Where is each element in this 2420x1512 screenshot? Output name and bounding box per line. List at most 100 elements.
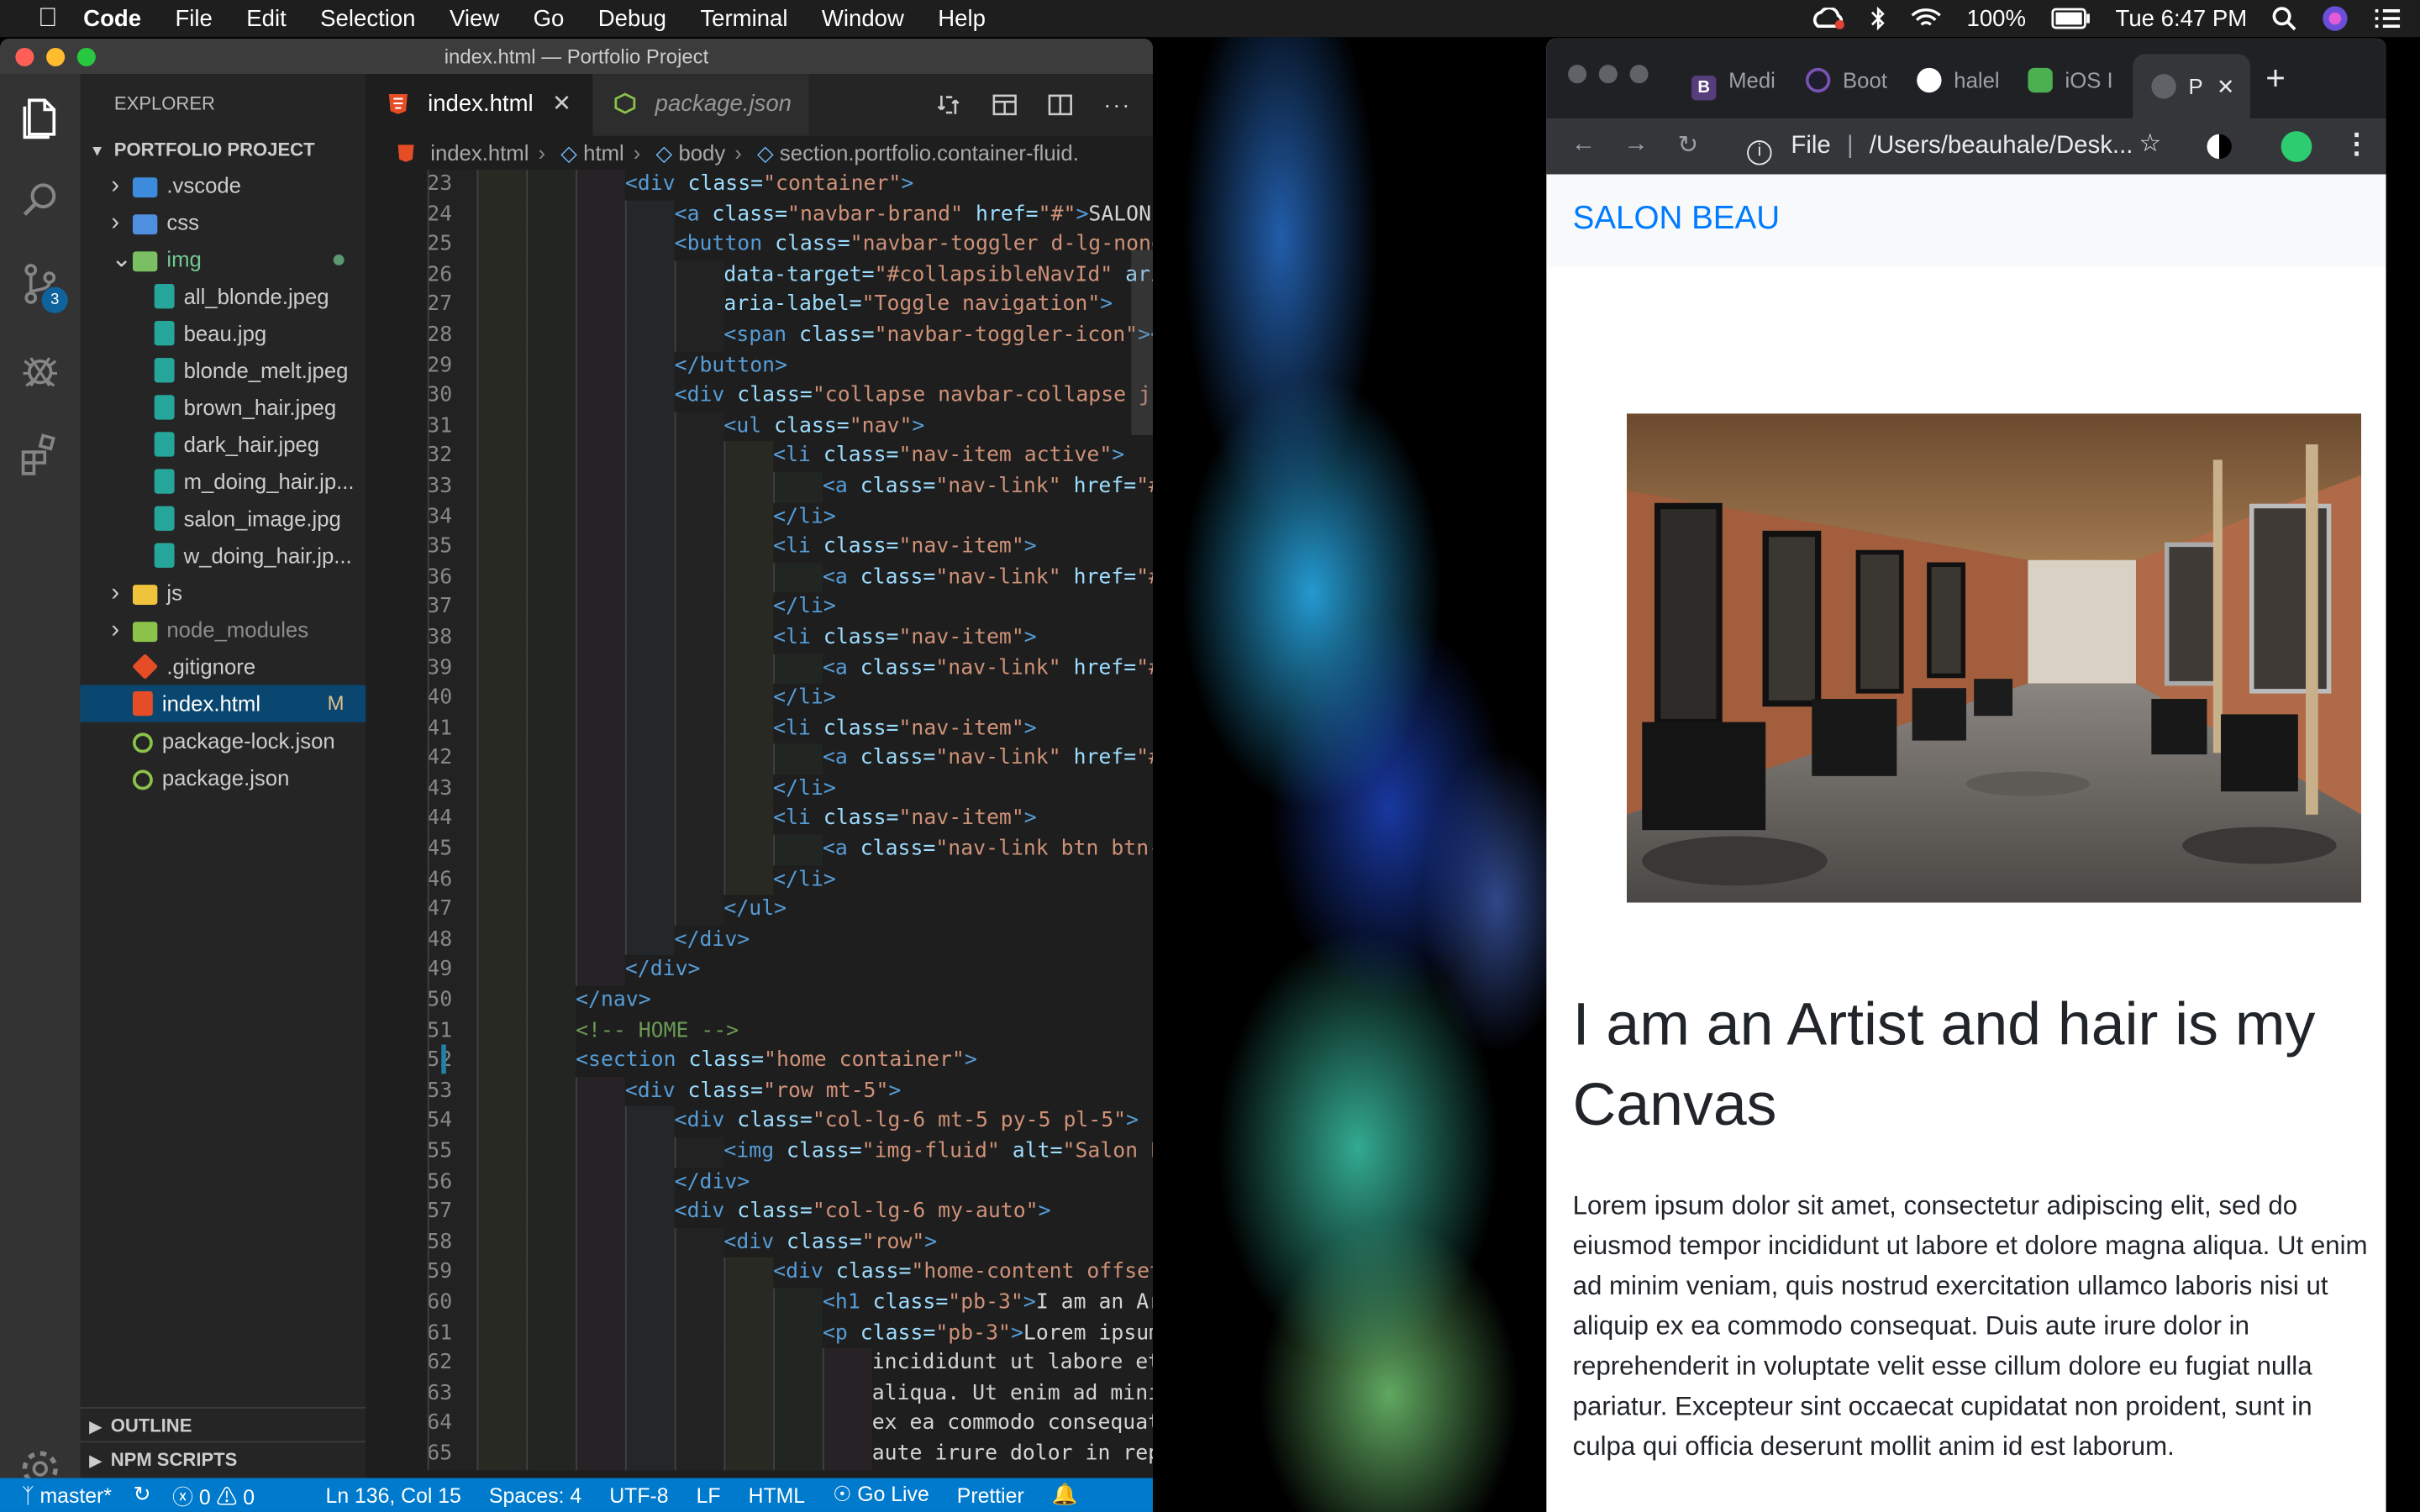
tree-item-vscode[interactable]: › .vscode (81, 166, 366, 203)
extensions-icon[interactable] (15, 429, 65, 479)
tree-item-gitignore[interactable]: .gitignore (81, 648, 366, 685)
hero-heading: I am an Artist and hair is my Canvas (1572, 991, 2316, 1139)
bluetooth-icon[interactable] (1871, 6, 1886, 31)
branch-status[interactable]: ᛉ master* (22, 1483, 112, 1507)
breadcrumb-html[interactable]: html (583, 140, 624, 165)
tree-item-img[interactable]: ⌄ img (81, 241, 366, 278)
notification-center-icon[interactable] (2374, 8, 2402, 29)
tree-item-node-modules[interactable]: › node_modules (81, 611, 366, 648)
hero-paragraph: Lorem ipsum dolor sit amet, consectetur … (1572, 1190, 2368, 1462)
browser-tab-ios[interactable]: iOS I (2028, 59, 2113, 102)
tab-package-json[interactable]: package.json (592, 74, 809, 136)
new-tab-button[interactable]: + (2265, 59, 2286, 99)
creative-cloud-icon[interactable] (1812, 8, 1846, 29)
cursor-position[interactable]: Ln 136, Col 15 (326, 1483, 461, 1507)
code-line: <div class="container"> (427, 170, 1153, 201)
zoom-window-button[interactable] (76, 47, 96, 66)
tree-item-dark-hair-jpeg[interactable]: dark_hair.jpeg (81, 426, 366, 463)
go-live-button[interactable]: ☉ Go Live (833, 1483, 929, 1507)
tree-item-brown-hair-jpeg[interactable]: brown_hair.jpeg (81, 389, 366, 426)
app-menu[interactable]: Code (83, 5, 141, 31)
close-window-button[interactable] (15, 47, 34, 66)
bookmark-star-icon[interactable]: ☆ (2139, 128, 2161, 159)
battery-percent[interactable]: 100% (1967, 5, 2026, 31)
editor-scrollbar-thumb[interactable] (1131, 249, 1154, 435)
image-file-icon (154, 506, 175, 531)
tree-item-salon-image-jpg[interactable]: salon_image.jpg (81, 500, 366, 537)
tree-item-js[interactable]: › js (81, 574, 366, 611)
tree-item-label: .gitignore (166, 654, 256, 680)
notifications-bell-icon[interactable]: 🔔 (1052, 1483, 1078, 1507)
tree-item-index-html[interactable]: index.html M (80, 685, 366, 722)
menu-edit[interactable]: Edit (246, 5, 286, 31)
tree-item-label: node_modules (166, 617, 309, 643)
breadcrumb-file[interactable]: index.html (430, 140, 529, 165)
tree-item-package-json[interactable]: package.json (81, 759, 366, 796)
compare-changes-icon[interactable] (937, 92, 961, 117)
chrome-menu-icon[interactable]: ⋮ (2343, 128, 2370, 160)
forward-arrow-icon[interactable]: → (1623, 131, 1648, 159)
menu-help[interactable]: Help (938, 5, 986, 31)
menu-file[interactable]: File (175, 5, 212, 31)
menu-selection[interactable]: Selection (320, 5, 415, 31)
outline-section[interactable]: ▶ OUTLINE (80, 1407, 366, 1441)
minimize-window-button[interactable] (46, 47, 66, 66)
address-bar[interactable]: i File | /Users/beauhale/Desk... (1728, 118, 2188, 174)
close-tab-icon[interactable]: ✕ (2217, 54, 2235, 118)
tree-item-m-doing-hair-jp[interactable]: m_doing_hair.jp... (81, 463, 366, 500)
breadcrumb-body[interactable]: body (678, 140, 725, 165)
back-arrow-icon[interactable]: ← (1571, 131, 1596, 159)
siri-icon[interactable] (2321, 5, 2349, 33)
grammarly-extension-icon[interactable] (2281, 131, 2312, 162)
image-file-icon (154, 321, 175, 346)
indentation-status[interactable]: Spaces: 4 (489, 1483, 581, 1507)
minimize-window-button[interactable] (1598, 65, 1618, 84)
battery-icon[interactable] (2050, 8, 2091, 29)
split-editor-icon[interactable] (1048, 92, 1072, 117)
reload-icon[interactable]: ↻ (1677, 129, 1698, 160)
tab-index-html[interactable]: index.html ✕ (366, 74, 593, 136)
open-preview-icon[interactable] (992, 92, 1017, 117)
language-mode[interactable]: HTML (749, 1483, 805, 1507)
browser-tab-github[interactable]: halel (1917, 59, 2000, 102)
sync-icon[interactable]: ↻ (134, 1483, 151, 1507)
code-line: </li> (427, 683, 1153, 714)
menu-terminal[interactable]: Terminal (700, 5, 787, 31)
dark-reader-extension-icon[interactable] (2207, 134, 2232, 160)
tree-item-blonde-melt-jpeg[interactable]: blonde_melt.jpeg (81, 352, 366, 389)
close-window-button[interactable] (1568, 65, 1587, 84)
tree-item-label: all_blonde.jpeg (183, 283, 329, 309)
wifi-icon[interactable] (1911, 8, 1942, 29)
debug-icon[interactable] (15, 345, 65, 395)
tree-item-package-lock-json[interactable]: package-lock.json (81, 722, 366, 759)
menu-window[interactable]: Window (822, 5, 904, 31)
apple-menu-icon[interactable]:  (34, 4, 61, 33)
tree-item-all-blonde-jpeg[interactable]: all_blonde.jpeg (81, 278, 366, 315)
browser-tab-media[interactable]: B Medi (1691, 59, 1776, 102)
project-section-header[interactable]: ▼ PORTFOLIO PROJECT (81, 133, 366, 166)
browser-tab-portfolio[interactable]: P ✕ (2133, 54, 2250, 119)
encoding-status[interactable]: UTF-8 (609, 1483, 668, 1507)
menu-debug[interactable]: Debug (598, 5, 666, 31)
npm-scripts-section[interactable]: ▶ NPM SCRIPTS (80, 1441, 366, 1474)
code-editor[interactable]: 23 24 25 26 27 28 29 30 31 32 33 34 35 36 37 38 39 40 41 42… (366, 170, 1154, 1478)
menubar-clock[interactable]: Tue 6:47 PM (2116, 5, 2248, 31)
prettier-status[interactable]: Prettier (957, 1483, 1024, 1507)
browser-tab-bootstrap[interactable]: Boot (1805, 59, 1887, 102)
spotlight-search-icon[interactable] (2272, 6, 2296, 31)
tree-item-css[interactable]: › css (81, 203, 366, 240)
close-tab-icon[interactable]: ✕ (552, 91, 571, 117)
problems-status[interactable]: ⓧ 0 ⚠ 0 (172, 1479, 255, 1510)
breadcrumb-section[interactable]: section.portfolio.container-fluid. (780, 140, 1079, 165)
zoom-window-button[interactable] (1629, 65, 1649, 84)
search-icon[interactable] (15, 176, 65, 225)
menu-go[interactable]: Go (534, 5, 565, 31)
menu-view[interactable]: View (450, 5, 499, 31)
navbar-brand-link[interactable]: SALON BEAU (1573, 201, 1781, 238)
info-icon[interactable]: i (1747, 140, 1772, 165)
more-actions-icon[interactable]: ··· (1103, 92, 1131, 118)
eol-status[interactable]: LF (697, 1483, 721, 1507)
tree-item-beau-jpg[interactable]: beau.jpg (81, 315, 366, 352)
explorer-files-icon[interactable] (15, 92, 65, 142)
tree-item-w-doing-hair-jp[interactable]: w_doing_hair.jp... (81, 537, 366, 574)
